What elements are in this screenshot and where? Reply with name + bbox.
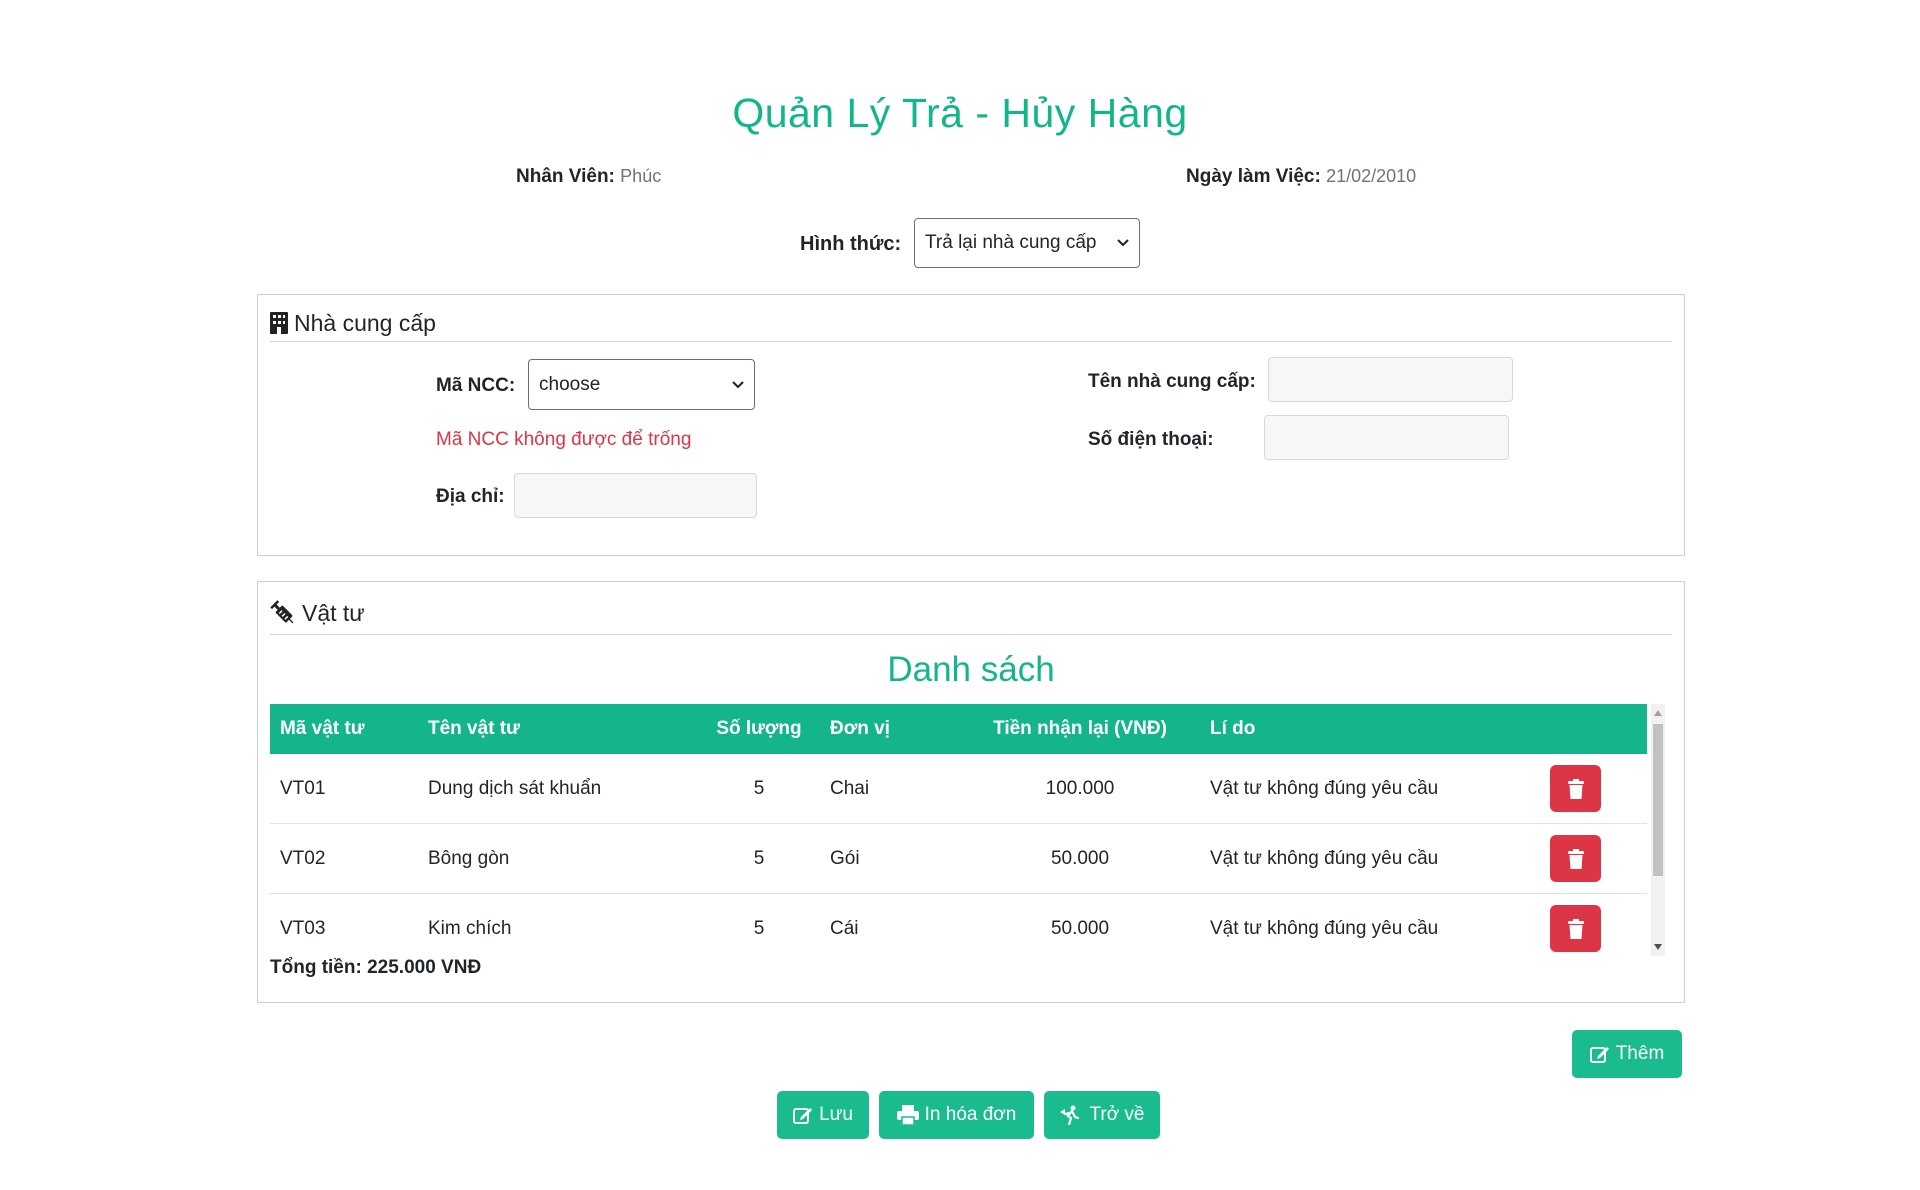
work-date-label: Ngày làm Việc: [1186,166,1321,187]
print-invoice-button[interactable]: In hóa đơn [879,1091,1034,1139]
cell-refund: 100.000 [960,754,1200,824]
cell-unit: Chai [820,754,960,824]
supplier-name-input[interactable] [1268,357,1513,402]
scrollbar-thumb[interactable] [1653,724,1663,876]
supplier-code-error: Mã NCC không được để trống [436,429,692,450]
address-input[interactable] [514,473,757,518]
materials-legend: Vật tư [270,592,1672,635]
employee-value: Phúc [620,166,662,186]
cell-unit: Gói [820,823,960,894]
back-button[interactable]: Trở về [1044,1091,1160,1139]
cell-qty: 5 [698,823,820,894]
trash-icon [1567,848,1584,869]
trash-icon [1567,778,1584,799]
work-date-info: Ngày làm Việc: 21/02/2010 [1186,166,1416,188]
table-row: VT01 Dung dịch sát khuẩn 5 Chai 100.000 … [270,754,1647,824]
materials-panel: Vật tư Danh sách Mã vật tư Tên vật tư Số… [257,581,1685,1003]
cell-name: Bông gòn [418,823,698,894]
total-amount: Tổng tiền: 225.000 VNĐ [270,957,482,978]
phone-label: Số điện thoại: [1088,429,1214,450]
employee-label: Nhân Viên: [516,166,615,187]
add-button-label: Thêm [1615,1043,1665,1064]
supplier-legend-label: Nhà cung cấp [294,309,436,336]
syringe-icon [270,600,294,624]
cell-actions [1540,893,1647,956]
save-button[interactable]: Lưu [777,1091,869,1139]
address-label: Địa chỉ: [436,486,505,507]
cell-reason: Vật tư không đúng yêu cầu [1200,754,1540,824]
trash-icon [1567,918,1584,939]
edit-icon [1589,1047,1609,1063]
table-row: VT03 Kim chích 5 Cái 50.000 Vật tư không… [270,893,1647,956]
delete-row-button[interactable] [1550,765,1601,812]
chevron-down-icon [1117,239,1129,247]
materials-table: Mã vật tư Tên vật tư Số lượng Đơn vị Tiề… [270,704,1647,956]
edit-icon [793,1108,813,1124]
table-scrollbar[interactable] [1651,704,1665,956]
cell-refund: 50.000 [960,823,1200,894]
scroll-down-icon[interactable] [1651,940,1665,954]
type-select[interactable]: Trả lại nhà cung cấp [914,218,1140,268]
cell-name: Kim chích [418,893,698,956]
cell-name: Dung dịch sát khuẩn [418,754,698,824]
type-label: Hình thức: [800,233,902,255]
materials-legend-label: Vật tư [302,599,365,626]
cell-reason: Vật tư không đúng yêu cầu [1200,823,1540,894]
print-icon [896,1105,919,1125]
table-header-row: Mã vật tư Tên vật tư Số lượng Đơn vị Tiề… [270,704,1647,754]
scroll-up-icon[interactable] [1651,706,1665,720]
column-header: Tiền nhận lại (VNĐ) [993,718,1167,739]
add-button[interactable]: Thêm [1572,1030,1682,1078]
supplier-name-label: Tên nhà cung cấp: [1088,371,1256,392]
supplier-code-value: choose [539,373,601,395]
table-row: VT02 Bông gòn 5 Gói 50.000 Vật tư không … [270,823,1647,894]
cell-actions [1540,823,1647,894]
cell-code: VT02 [270,823,418,894]
cell-unit: Cái [820,893,960,956]
supplier-panel: Nhà cung cấp Mã NCC: choose Mã NCC không… [257,294,1685,556]
column-header-actions [1540,704,1647,754]
chevron-down-icon [732,380,744,388]
cell-code: VT01 [270,754,418,824]
supplier-code-label: Mã NCC: [436,375,516,396]
column-header: Lí do [1210,718,1256,739]
cell-qty: 5 [698,893,820,956]
column-header: Tên vật tư [428,718,520,739]
save-button-label: Lưu [819,1104,853,1125]
walking-back-icon [1060,1105,1080,1125]
cell-code: VT03 [270,893,418,956]
employee-info: Nhân Viên: Phúc [516,166,661,188]
print-invoice-button-label: In hóa đơn [924,1104,1017,1125]
cell-actions [1540,754,1647,824]
back-button-label: Trở về [1089,1104,1145,1125]
materials-table-container[interactable]: Mã vật tư Tên vật tư Số lượng Đơn vị Tiề… [270,704,1665,956]
column-header: Mã vật tư [280,718,365,739]
column-header: Số lượng [716,718,802,739]
supplier-code-select[interactable]: choose [528,359,755,410]
cell-reason: Vật tư không đúng yêu cầu [1200,893,1540,956]
building-icon [270,312,288,334]
supplier-legend: Nhà cung cấp [270,305,1672,342]
page-title: Quản Lý Trả - Hủy Hàng [732,90,1188,136]
work-date-value: 21/02/2010 [1326,166,1417,186]
type-select-value: Trả lại nhà cung cấp [925,232,1097,253]
delete-row-button[interactable] [1550,835,1601,882]
phone-input[interactable] [1264,415,1509,460]
cell-refund: 50.000 [960,893,1200,956]
delete-row-button[interactable] [1550,905,1601,952]
cell-qty: 5 [698,754,820,824]
column-header: Đơn vị [830,718,890,739]
list-title: Danh sách [887,650,1055,689]
